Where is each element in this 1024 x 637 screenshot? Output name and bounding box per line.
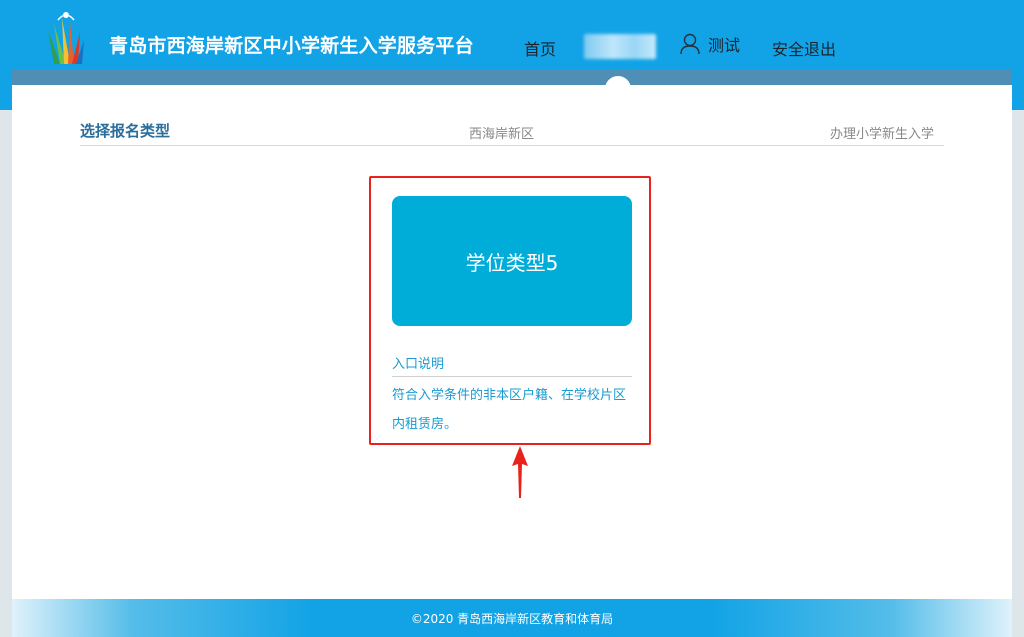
footer-copyright: ©2020 青岛西海岸新区教育和体育局 bbox=[410, 611, 614, 626]
nav-home-link[interactable]: 首页 bbox=[524, 36, 556, 60]
section-district: 西海岸新区 bbox=[469, 127, 535, 142]
logout-link[interactable]: 安全退出 bbox=[772, 36, 836, 60]
nav-active-indicator bbox=[605, 76, 631, 102]
section-service: 办理小学新生入学 bbox=[829, 127, 934, 142]
logo-icon bbox=[48, 12, 84, 64]
site-title: 青岛市西海岸新区中小学新生入学服务平台 bbox=[109, 35, 474, 57]
user-icon bbox=[680, 33, 700, 55]
section-heading-row: 选择报名类型 西海岸新区 办理小学新生入学 bbox=[80, 118, 944, 146]
section-title: 选择报名类型 bbox=[80, 122, 171, 140]
entry-description-text: 符合入学条件的非本区户籍、在学校片区内租赁房。 bbox=[392, 388, 627, 432]
entry-description-title: 入口说明 bbox=[392, 353, 632, 377]
enrollment-type-label: 学位类型5 bbox=[465, 250, 559, 275]
footer: ©2020 青岛西海岸新区教育和体育局 bbox=[12, 599, 1012, 637]
enrollment-type-card[interactable]: 学位类型5 bbox=[392, 196, 632, 326]
nav-strip bbox=[12, 70, 1012, 85]
red-arrow-annotation bbox=[512, 446, 528, 498]
user-name: 测试 bbox=[708, 36, 741, 55]
nav-item-blurred[interactable] bbox=[584, 34, 656, 59]
nav-user-menu[interactable]: 测试 bbox=[680, 32, 740, 56]
